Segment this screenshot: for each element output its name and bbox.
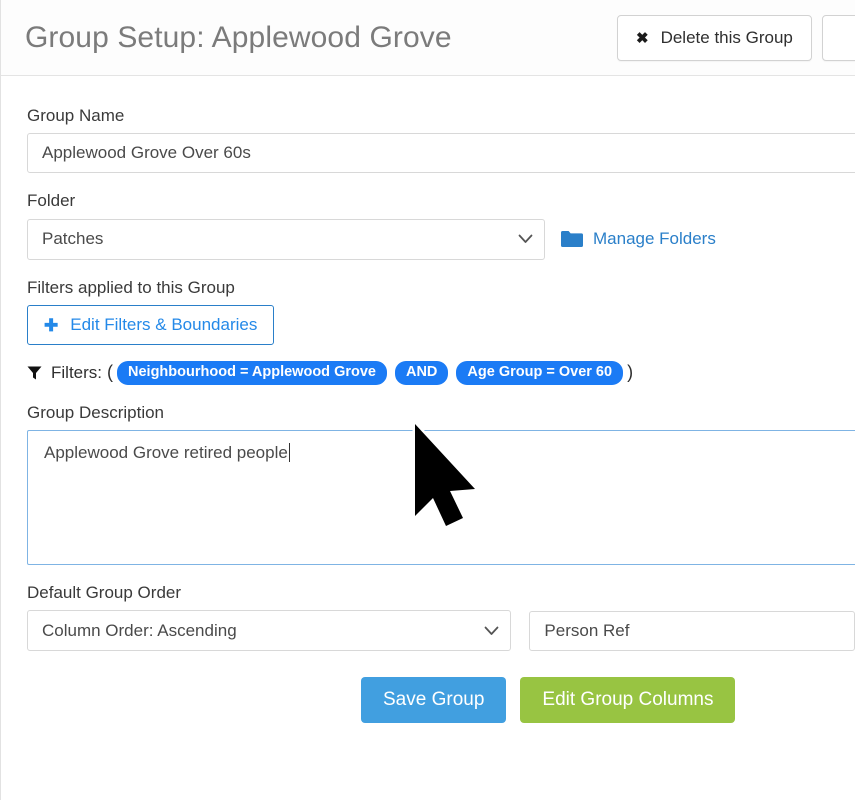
folder-label: Folder [27, 191, 76, 211]
group-name-label: Group Name [27, 106, 125, 125]
group-description-label: Group Description [27, 402, 165, 422]
close-x-icon: ✖ [636, 29, 649, 47]
secondary-header-button[interactable] [821, 15, 855, 61]
delete-group-button[interactable]: ✖ Delete this Group [617, 15, 812, 61]
page-header: Group Setup: Applewood Grove ✖ Delete thi… [1, 0, 855, 76]
manage-folders-link[interactable]: Manage Folders [593, 229, 716, 249]
edit-filters-boundaries-button[interactable]: ✚ Edit Filters & Boundaries [27, 305, 275, 346]
form-action-buttons: Save Group Edit Group Columns [27, 677, 855, 724]
page-title-group-name: Applewood Grove [211, 20, 452, 54]
order-select-wrap: Column Order: Ascending [27, 610, 512, 652]
filters-prefix: Filters: [51, 362, 102, 382]
group-order-select[interactable]: Column Order: Ascending [27, 610, 512, 652]
folder-field-block: Folder Patches Manage Folders [27, 191, 855, 260]
group-description-value: Applewood Grove retired people [44, 443, 288, 463]
page-title-prefix: Group Setup: [25, 20, 205, 54]
folder-select-wrap: Patches [27, 218, 545, 260]
text-caret [288, 443, 290, 463]
group-description-block: Group Description Applewood Grove retire… [27, 402, 855, 566]
filters-label: Filters applied to this Group [27, 277, 235, 297]
default-group-order-label: Default Group Order [27, 583, 182, 603]
default-group-order-block: Default Group Order Column Order: Ascend… [27, 583, 855, 652]
page-title: Group Setup: Applewood Grove [25, 21, 452, 55]
filter-badge-neighbourhood[interactable]: Neighbourhood = Applewood Grove [117, 361, 387, 385]
folder-select[interactable]: Patches [27, 218, 545, 260]
group-setup-page: Group Setup: Applewood Grove ✖ Delete thi… [0, 0, 855, 800]
default-group-order-row: Column Order: Ascending [27, 610, 855, 652]
filter-badge-operator[interactable]: AND [394, 361, 449, 385]
filters-open-paren: ( [107, 362, 113, 383]
group-name-field-block: Group Name [27, 106, 855, 174]
group-order-select-value: Column Order: Ascending [42, 620, 237, 640]
edit-filters-boundaries-label: Edit Filters & Boundaries [70, 315, 258, 335]
header-actions: ✖ Delete this Group [617, 15, 855, 61]
folder-select-value: Patches [42, 229, 104, 249]
save-group-button[interactable]: Save Group [361, 677, 507, 724]
folder-row: Patches Manage Folders [27, 218, 855, 260]
form-content: Group Name Folder Patches [1, 76, 855, 724]
group-description-textarea[interactable]: Applewood Grove retired people [27, 430, 855, 566]
folder-icon [561, 230, 583, 248]
funnel-icon [27, 365, 42, 381]
delete-group-button-label: Delete this Group [660, 28, 793, 47]
group-name-input[interactable] [27, 133, 855, 174]
filter-badge-age-group[interactable]: Age Group = Over 60 [456, 361, 624, 385]
filters-close-paren: ) [627, 362, 634, 383]
edit-group-columns-button[interactable]: Edit Group Columns [520, 677, 736, 724]
filters-summary-line: Filters: ( Neighbourhood = Applewood Gro… [27, 361, 855, 385]
filters-block: Filters applied to this Group ✚ Edit Fil… [27, 278, 855, 385]
order-column-input[interactable] [529, 610, 855, 651]
plus-icon: ✚ [44, 315, 59, 335]
